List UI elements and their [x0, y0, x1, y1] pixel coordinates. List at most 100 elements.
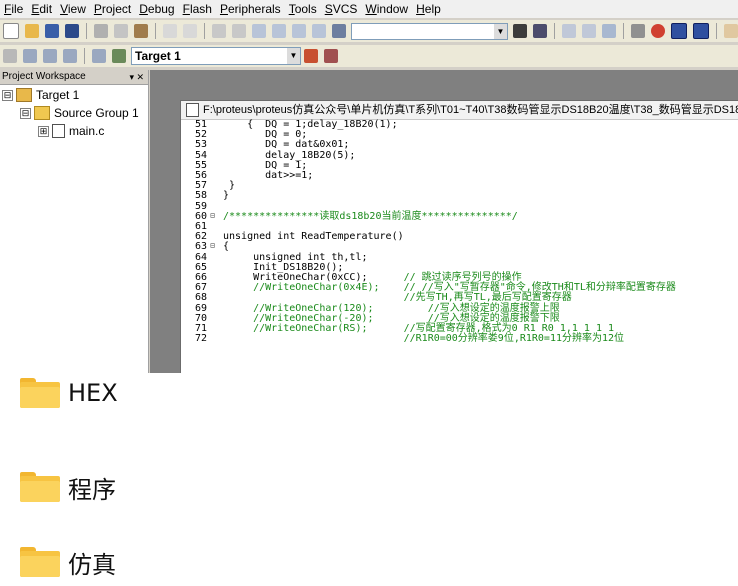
menu-project[interactable]: Project: [90, 2, 135, 16]
fold-marker-icon[interactable]: [208, 273, 217, 282]
menu-file[interactable]: File: [0, 2, 27, 16]
window-config-icon[interactable]: [693, 23, 709, 39]
code-line[interactable]: 72 //R1R0=00分辨率娄9位,R1R0=11分辨率为12位: [181, 334, 738, 344]
fold-marker-icon[interactable]: ⊟: [208, 211, 217, 221]
target-options-icon[interactable]: [112, 49, 126, 63]
navigate-back-icon[interactable]: [562, 24, 576, 38]
fold-marker-icon[interactable]: [208, 232, 217, 241]
fold-marker-icon[interactable]: ⊟: [208, 242, 217, 251]
translate-icon[interactable]: [3, 49, 17, 63]
menu-edit[interactable]: Edit: [27, 2, 56, 16]
fold-marker-icon[interactable]: [208, 324, 217, 333]
browse-icon[interactable]: [602, 24, 616, 38]
fold-marker-icon[interactable]: [208, 191, 217, 200]
toolbar-separator: [204, 23, 205, 39]
line-number: 63: [194, 241, 207, 253]
menu-tools[interactable]: Tools: [285, 2, 321, 16]
collapse-toggle-icon[interactable]: ⊟: [20, 107, 31, 119]
find-in-files-icon[interactable]: [332, 24, 346, 38]
target-select-value: Target 1: [135, 49, 181, 63]
folder-item-simulation[interactable]: 仿真: [20, 542, 116, 582]
fold-marker-icon[interactable]: [208, 130, 217, 139]
fold-marker-icon[interactable]: [208, 202, 217, 211]
chevron-down-icon[interactable]: ▼: [287, 48, 300, 64]
fold-marker-icon[interactable]: [208, 140, 217, 149]
download-icon[interactable]: [92, 49, 106, 63]
folder-item-hex[interactable]: HEX: [20, 373, 118, 413]
code-line[interactable]: 62 unsigned int ReadTemperature(): [181, 232, 738, 242]
code-line[interactable]: 60 ⊟/***************读取ds18b20当前温度********…: [181, 210, 738, 222]
fold-marker-icon[interactable]: [208, 222, 217, 231]
window-layout-icon[interactable]: [671, 23, 687, 39]
open-folder-icon[interactable]: [25, 24, 39, 38]
fold-marker-icon[interactable]: [208, 171, 217, 180]
fold-marker-icon[interactable]: [208, 151, 217, 160]
menu-flash[interactable]: Flash: [179, 2, 216, 16]
indent-icon[interactable]: [212, 24, 226, 38]
fold-marker-icon[interactable]: [208, 314, 217, 323]
find-icon[interactable]: [513, 24, 527, 38]
next-bookmark-icon[interactable]: [292, 24, 306, 38]
target-select[interactable]: Target 1 ▼: [131, 47, 301, 65]
paste-icon[interactable]: [134, 24, 148, 38]
folder-label: 程序: [68, 475, 116, 504]
print-icon[interactable]: [631, 24, 645, 38]
fold-marker-icon[interactable]: [208, 253, 217, 262]
code-text: /***************读取ds18b20当前温度***********…: [223, 210, 518, 222]
bookmark-icon[interactable]: [252, 24, 266, 38]
hand-tool-icon[interactable]: [724, 24, 738, 38]
menu-debug[interactable]: Debug: [135, 2, 178, 16]
menu-view[interactable]: View: [56, 2, 90, 16]
code-line[interactable]: 68 //先写TH,再写TL,最后写配置寄存器: [181, 293, 738, 303]
tree-item-source-group[interactable]: ⊟ Source Group 1: [20, 105, 139, 121]
redo-icon[interactable]: [183, 24, 197, 38]
code-line[interactable]: 63 ⊟ {: [181, 242, 738, 252]
cut-icon[interactable]: [94, 24, 108, 38]
new-file-icon[interactable]: [3, 23, 19, 39]
folder-item-program[interactable]: 程序: [20, 467, 116, 507]
code-line[interactable]: 53 DQ = dat&0x01;: [181, 140, 738, 150]
collapse-toggle-icon[interactable]: ⊟: [2, 89, 13, 101]
fold-marker-icon[interactable]: [208, 283, 217, 292]
file-extensions-icon[interactable]: [304, 49, 318, 63]
tree-item-main-c[interactable]: ⊞ main.c: [38, 123, 104, 139]
batch-build-icon[interactable]: [63, 49, 77, 63]
code-text: }: [223, 190, 230, 202]
incremental-find-icon[interactable]: [533, 24, 547, 38]
rebuild-icon[interactable]: [43, 49, 57, 63]
fold-marker-icon[interactable]: [208, 263, 217, 272]
code-line[interactable]: 58}: [181, 191, 738, 201]
code-text: {: [223, 241, 230, 253]
undo-icon[interactable]: [163, 24, 177, 38]
fold-marker-icon[interactable]: [208, 161, 217, 170]
fold-marker-icon[interactable]: [208, 304, 217, 313]
code-line[interactable]: 57 }: [181, 181, 738, 191]
copy-icon[interactable]: [114, 24, 128, 38]
debug-session-icon[interactable]: [651, 24, 665, 38]
unindent-icon[interactable]: [232, 24, 246, 38]
menu-svcs[interactable]: SVCS: [321, 2, 362, 16]
menu-window[interactable]: Window: [361, 2, 412, 16]
fold-marker-icon[interactable]: [208, 181, 217, 190]
tree-item-target[interactable]: ⊟ Target 1: [2, 87, 79, 103]
fold-marker-icon[interactable]: [208, 293, 217, 302]
expand-toggle-icon[interactable]: ⊞: [38, 125, 49, 137]
save-icon[interactable]: [45, 24, 59, 38]
find-input[interactable]: ▼: [351, 22, 508, 40]
save-all-icon[interactable]: [65, 24, 79, 38]
menu-bar: File Edit View Project Debug Flash Perip…: [0, 0, 738, 18]
navigate-forward-icon[interactable]: [582, 24, 596, 38]
manage-components-icon[interactable]: [324, 49, 338, 63]
fold-marker-icon[interactable]: [208, 120, 217, 129]
menu-peripherals[interactable]: Peripherals: [216, 2, 285, 16]
toolbar-separator: [86, 23, 87, 39]
chevron-down-icon[interactable]: ▼: [494, 23, 507, 39]
panel-controls[interactable]: ▾ ✕: [129, 70, 144, 84]
fold-marker-icon[interactable]: [208, 334, 217, 343]
build-icon[interactable]: [23, 49, 37, 63]
menu-help[interactable]: Help: [412, 2, 445, 16]
prev-bookmark-icon[interactable]: [272, 24, 286, 38]
clear-bookmarks-icon[interactable]: [312, 24, 326, 38]
code-line[interactable]: 56 dat>>=1;: [181, 171, 738, 181]
document-icon: [186, 103, 199, 117]
